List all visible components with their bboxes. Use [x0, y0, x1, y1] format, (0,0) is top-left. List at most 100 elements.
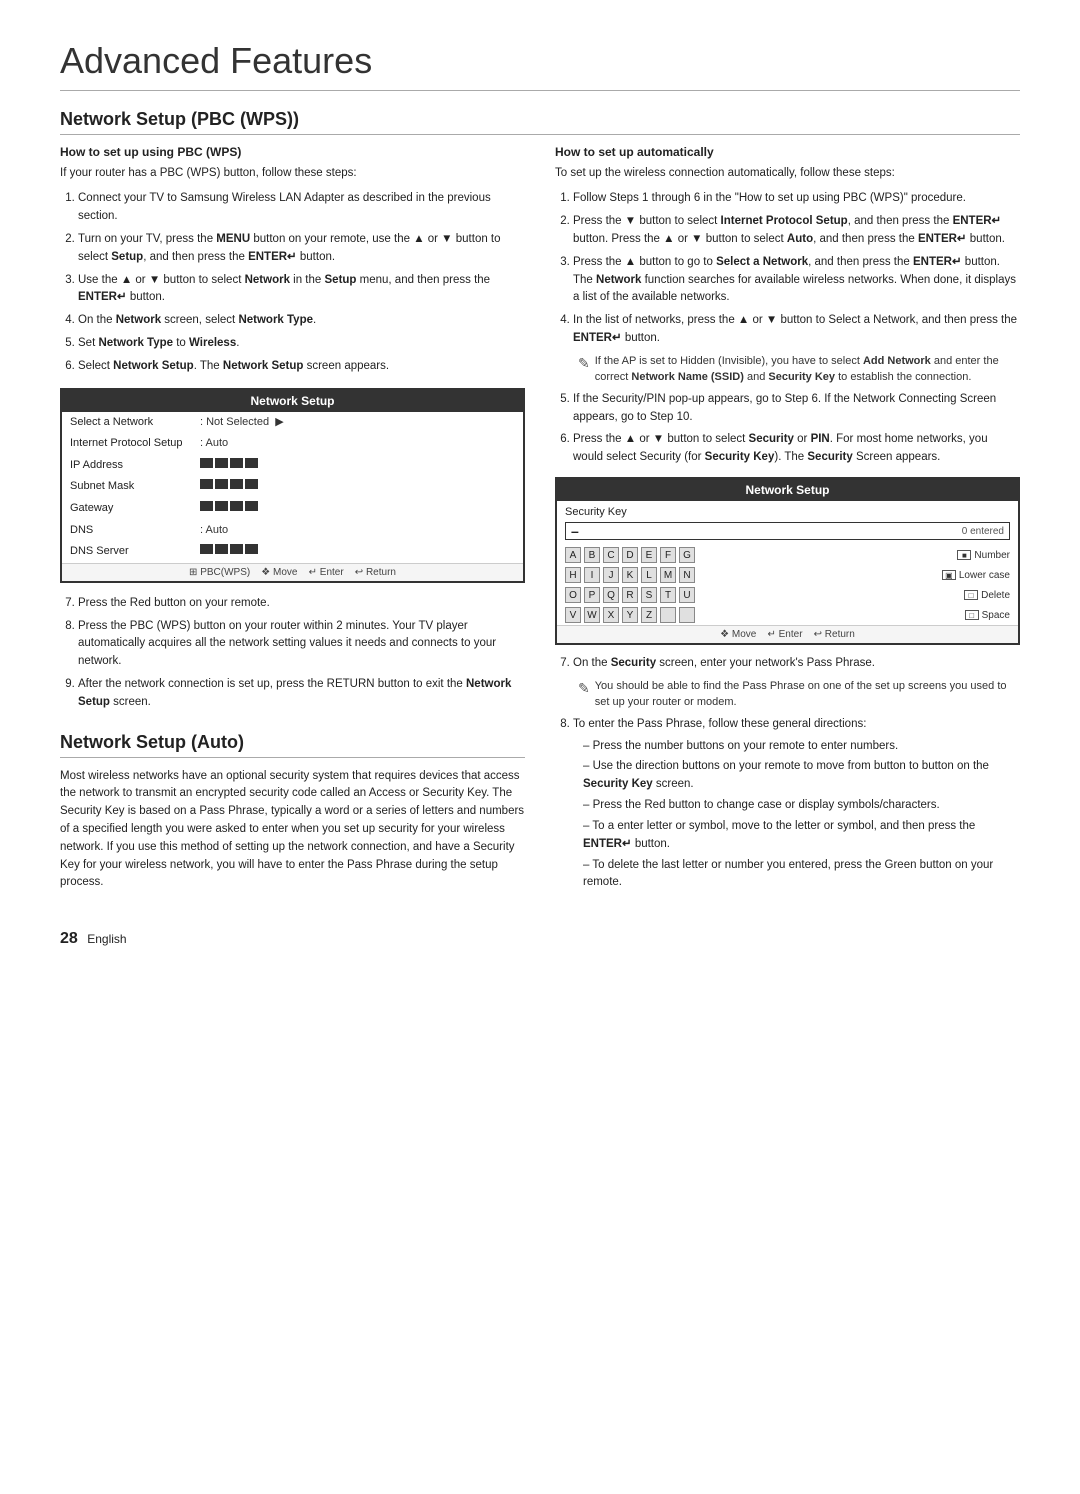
pixel-blocks	[200, 501, 258, 511]
key-O[interactable]: O	[565, 587, 581, 603]
space-icon: □	[965, 610, 979, 620]
page-number: 28 English	[60, 930, 1020, 948]
key-action-label: Delete	[981, 590, 1010, 601]
list-item: Select Network Setup. The Network Setup …	[78, 358, 525, 376]
pixel-blocks	[200, 544, 258, 554]
section-auto: Network Setup (Auto) Most wireless netwo…	[60, 732, 525, 893]
left-column: How to set up using PBC (WPS) If your ro…	[60, 145, 525, 900]
list-item: Press the ▲ or ▼ button to select Securi…	[573, 431, 1020, 467]
list-item: Press the Red button on your remote.	[78, 595, 525, 613]
key-V[interactable]: V	[565, 607, 581, 623]
section-auto-title: Network Setup (Auto)	[60, 732, 525, 758]
key-M[interactable]: M	[660, 567, 676, 583]
key-K[interactable]: K	[622, 567, 638, 583]
section-pbc-title: Network Setup (PBC (WPS))	[60, 109, 1020, 135]
key-A[interactable]: A	[565, 547, 581, 563]
table-row: DNS Server	[62, 541, 523, 563]
security-box: Network Setup Security Key – 0 entered A…	[555, 477, 1020, 645]
right-column: How to set up automatically To set up th…	[555, 145, 1020, 900]
key-action-label: Space	[982, 610, 1010, 621]
note-text: You should be able to find the Pass Phra…	[595, 678, 1020, 711]
key-L[interactable]: L	[641, 567, 657, 583]
key-Y[interactable]: Y	[622, 607, 638, 623]
lowercase-icon: ▣	[942, 570, 956, 580]
key-P[interactable]: P	[584, 587, 600, 603]
keyboard-row-4: V W X Y Z □ Space	[557, 605, 1018, 625]
auto-steps: Follow Steps 1 through 6 in the "How to …	[555, 190, 1020, 467]
network-setup-table: Select a Network : Not Selected ▶ Intern…	[62, 412, 523, 563]
list-item: In the list of networks, press the ▲ or …	[573, 312, 1020, 386]
security-key-input: – 0 entered	[565, 522, 1010, 540]
key-action-delete: □ Delete	[964, 590, 1010, 601]
list-item: To enter the Pass Phrase, follow these g…	[573, 716, 1020, 892]
directions-list: Press the number buttons on your remote …	[573, 738, 1020, 893]
table-row: Select a Network : Not Selected ▶	[62, 412, 523, 434]
key-J[interactable]: J	[603, 567, 619, 583]
network-setup-header: Network Setup	[62, 390, 523, 412]
key-U[interactable]: U	[679, 587, 695, 603]
key-W[interactable]: W	[584, 607, 600, 623]
key-C[interactable]: C	[603, 547, 619, 563]
note-passphrase: ✎ You should be able to find the Pass Ph…	[573, 678, 1020, 711]
key-action-label: Lower case	[959, 570, 1010, 581]
network-setup-footer: ⊞ PBC(WPS) ❖ Move ↵ Enter ↩ Return	[62, 563, 523, 581]
list-item: On the Network screen, select Network Ty…	[78, 312, 525, 330]
security-key-label: Security Key	[557, 501, 1018, 520]
security-footer: ❖ Move ↵ Enter ↩ Return	[557, 625, 1018, 643]
list-item: Set Network Type to Wireless.	[78, 335, 525, 353]
key-Q[interactable]: Q	[603, 587, 619, 603]
key-action-space: □ Space	[965, 610, 1010, 621]
page-num: 28	[60, 930, 78, 947]
key-H[interactable]: H	[565, 567, 581, 583]
network-setup-box: Network Setup Select a Network : Not Sel…	[60, 388, 525, 583]
key-action-label: Number	[974, 550, 1010, 561]
table-cell	[192, 455, 523, 477]
list-item: Press the number buttons on your remote …	[583, 738, 1020, 756]
key-B[interactable]: B	[584, 547, 600, 563]
pbc-intro: If your router has a PBC (WPS) button, f…	[60, 165, 525, 182]
key-action-number: ■ Number	[957, 550, 1010, 561]
table-cell: Internet Protocol Setup	[62, 433, 192, 455]
key-blank2[interactable]	[679, 607, 695, 623]
key-I[interactable]: I	[584, 567, 600, 583]
list-item: On the Security screen, enter your netwo…	[573, 655, 1020, 711]
list-item: Turn on your TV, press the MENU button o…	[78, 231, 525, 267]
table-row: DNS : Auto	[62, 520, 523, 542]
note-icon: ✎	[578, 678, 590, 700]
key-buttons: A B C D E F G	[565, 547, 695, 563]
table-cell: : Not Selected ▶	[192, 412, 523, 434]
key-buttons: O P Q R S T U	[565, 587, 695, 603]
key-E[interactable]: E	[641, 547, 657, 563]
table-cell: DNS Server	[62, 541, 192, 563]
pbc-steps-before: Connect your TV to Samsung Wireless LAN …	[60, 190, 525, 375]
delete-icon: □	[964, 590, 978, 600]
table-cell: Select a Network	[62, 412, 192, 434]
list-item: Connect your TV to Samsung Wireless LAN …	[78, 190, 525, 226]
table-cell	[192, 498, 523, 520]
key-X[interactable]: X	[603, 607, 619, 623]
list-item: After the network connection is set up, …	[78, 676, 525, 712]
key-G[interactable]: G	[679, 547, 695, 563]
security-dash: –	[571, 523, 579, 539]
note-icon: ✎	[578, 353, 590, 375]
list-item: Press the PBC (WPS) button on your route…	[78, 618, 525, 671]
list-item: Press the Red button to change case or d…	[583, 797, 1020, 815]
key-action-lowercase: ▣ Lower case	[942, 570, 1010, 581]
key-D[interactable]: D	[622, 547, 638, 563]
table-row: Internet Protocol Setup : Auto	[62, 433, 523, 455]
key-Z[interactable]: Z	[641, 607, 657, 623]
key-F[interactable]: F	[660, 547, 676, 563]
key-R[interactable]: R	[622, 587, 638, 603]
list-item: Press the ▼ button to select Internet Pr…	[573, 213, 1020, 249]
table-cell: DNS	[62, 520, 192, 542]
key-blank1[interactable]	[660, 607, 676, 623]
security-count: 0 entered	[962, 526, 1004, 537]
list-item: To delete the last letter or number you …	[583, 857, 1020, 893]
table-cell: : Auto	[192, 433, 523, 455]
key-S[interactable]: S	[641, 587, 657, 603]
key-N[interactable]: N	[679, 567, 695, 583]
keyboard-row-2: H I J K L M N ▣ Lower case	[557, 565, 1018, 585]
pbc-steps-after: Press the Red button on your remote. Pre…	[60, 595, 525, 712]
key-T[interactable]: T	[660, 587, 676, 603]
table-cell: IP Address	[62, 455, 192, 477]
